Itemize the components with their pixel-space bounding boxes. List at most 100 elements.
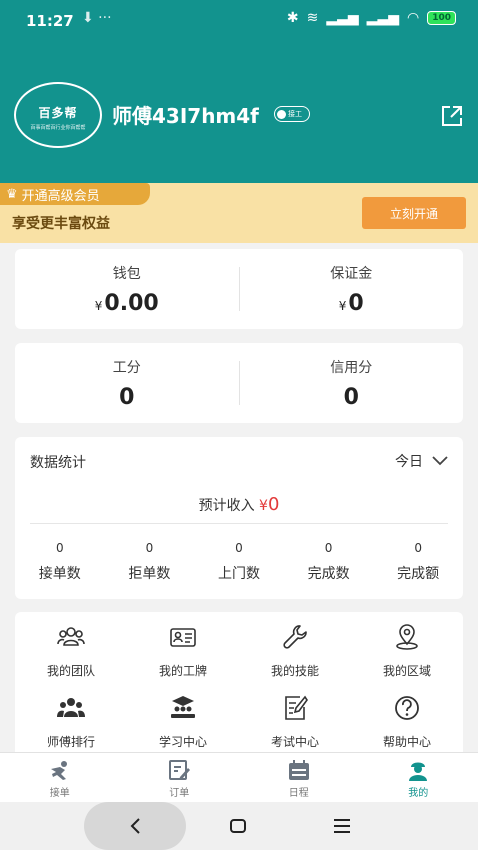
bottom-tab-bar: 接单 订单 日程 我的 — [0, 752, 478, 802]
stat-label: 上门数 — [217, 566, 260, 582]
menu-icon[interactable] — [330, 814, 354, 838]
study-icon — [171, 696, 195, 718]
menu-item-label: 我的工牌 — [158, 664, 207, 678]
profile-icon — [409, 762, 428, 781]
menu-item-team[interactable]: 我的团队 — [15, 622, 127, 679]
share-icon[interactable] — [438, 102, 466, 130]
signal-icon-2: ▂▃▅ — [366, 10, 399, 26]
vip-banner[interactable]: ♛ 开通高级会员 享受更丰富权益 立刻开通 — [0, 183, 478, 243]
signal-icon: ▂▃▅ — [326, 10, 359, 26]
deposit-cell[interactable]: 保证金 ¥0 — [240, 249, 464, 329]
battery-icon: 100 — [427, 11, 456, 25]
vip-tag-label: 开通高级会员 — [21, 188, 100, 204]
menu-item-label: 学习中心 — [158, 735, 207, 749]
tab-take-order[interactable]: 接单 — [0, 753, 120, 802]
chevron-down-icon — [432, 456, 448, 466]
open-vip-button[interactable]: 立刻开通 — [362, 197, 466, 229]
wallet-value: 0.00 — [104, 291, 159, 316]
take-order-icon — [50, 761, 67, 780]
system-nav-bar — [0, 802, 478, 850]
menu-item-exam[interactable]: 考试中心 — [239, 693, 351, 750]
wallet-cell[interactable]: 钱包 ¥0.00 — [15, 249, 239, 329]
tab-mine[interactable]: 我的 — [359, 753, 478, 802]
tab-label: 订单 — [169, 788, 190, 799]
location-icon — [396, 624, 418, 650]
stat-label: 完成数 — [307, 566, 350, 582]
stat-item[interactable]: 0 拒单数 — [105, 541, 195, 583]
tab-label: 日程 — [288, 788, 309, 799]
tab-schedule[interactable]: 日程 — [239, 753, 359, 802]
stat-value: 0 — [235, 541, 243, 555]
username: 师傅43I7hm4f — [112, 104, 259, 128]
home-icon[interactable] — [226, 814, 250, 838]
income-value: 0 — [267, 494, 280, 515]
status-extra: ⬇ ··· — [82, 10, 112, 26]
income-label: 预计收入 — [198, 498, 255, 514]
stats-period-label: 今日 — [395, 454, 423, 470]
function-menu-card: 我的团队 我的工牌 我的技能 我的区域 师傅排行 学习中心 考试中心 帮助中心 — [15, 612, 463, 762]
menu-item-label: 帮助中心 — [382, 735, 431, 749]
stat-item[interactable]: 0 接单数 — [15, 541, 105, 583]
crown-icon: ♛ — [6, 186, 18, 202]
credit-cell[interactable]: 信用分 0 — [240, 343, 464, 423]
credit-label: 信用分 — [330, 360, 373, 376]
help-icon — [395, 696, 419, 720]
tab-orders[interactable]: 订单 — [120, 753, 240, 802]
points-card: 工分 0 信用分 0 — [15, 343, 463, 423]
exam-icon — [285, 695, 308, 720]
vibrate-icon: ≋ — [306, 10, 319, 26]
stats-period-dropdown[interactable]: 今日 — [395, 451, 449, 471]
stat-item[interactable]: 0 完成额 — [373, 541, 463, 583]
badge-card-icon — [170, 628, 196, 647]
menu-item-study[interactable]: 学习中心 — [127, 693, 239, 750]
stat-label: 拒单数 — [128, 566, 171, 582]
stats-grid: 0 接单数 0 拒单数 0 上门数 0 完成数 0 完成额 — [15, 541, 463, 583]
menu-item-label: 考试中心 — [270, 735, 319, 749]
menu-item-label: 我的技能 — [270, 664, 319, 678]
stat-label: 接单数 — [38, 566, 81, 582]
menu-item-badge-card[interactable]: 我的工牌 — [127, 622, 239, 679]
wallet-currency: ¥ — [94, 299, 103, 313]
stat-label: 完成额 — [397, 566, 440, 582]
vip-subtitle: 享受更丰富权益 — [12, 216, 110, 232]
stat-item[interactable]: 0 完成数 — [284, 541, 374, 583]
deposit-label: 保证金 — [330, 266, 373, 282]
tab-label: 我的 — [408, 788, 429, 799]
menu-item-label: 师傅排行 — [46, 735, 95, 749]
expected-income: 预计收入 ¥0 — [15, 494, 463, 515]
stats-title: 数据统计 — [30, 455, 86, 471]
menu-item-skills[interactable]: 我的技能 — [239, 622, 351, 679]
deposit-value: 0 — [348, 291, 364, 316]
status-icons: ✱ ≋ ▂▃▅ ▂▃▅ ◠ 100 — [287, 10, 456, 26]
toggle-knob — [277, 109, 286, 119]
status-bar: 11:27 ⬇ ··· ✱ ≋ ▂▃▅ ▂▃▅ ◠ 100 — [0, 0, 478, 44]
stat-value: 0 — [145, 541, 154, 555]
stat-value: 0 — [55, 541, 64, 555]
menu-item-label: 我的区域 — [382, 664, 431, 678]
team-icon — [57, 627, 85, 646]
calendar-icon — [288, 760, 309, 780]
profile-header: 11:27 ⬇ ··· ✱ ≋ ▂▃▅ ▂▃▅ ◠ 100 百多帮 百事百帮百行… — [0, 0, 478, 190]
menu-item-area[interactable]: 我的区域 — [351, 622, 463, 679]
menu-item-ranking[interactable]: 师傅排行 — [15, 693, 127, 750]
work-points-value: 0 — [119, 385, 135, 410]
back-icon[interactable] — [124, 814, 148, 838]
status-time: 11:27 — [26, 12, 74, 30]
wrench-icon — [283, 625, 307, 649]
work-points-cell[interactable]: 工分 0 — [15, 343, 239, 423]
work-status-toggle[interactable]: 接工 — [274, 106, 310, 122]
stat-item[interactable]: 0 上门数 — [194, 541, 284, 583]
work-points-label: 工分 — [112, 360, 141, 376]
income-currency: ¥ — [259, 498, 268, 514]
avatar-logo: 百多帮 — [38, 106, 78, 120]
tab-label: 接单 — [49, 788, 70, 799]
wallet-card: 钱包 ¥0.00 保证金 ¥0 — [15, 249, 463, 329]
work-status-label: 接工 — [288, 110, 302, 118]
bluetooth-icon: ✱ — [286, 10, 299, 26]
avatar-tagline: 百事百帮百行业你百帮帮 — [30, 125, 86, 131]
menu-item-help[interactable]: 帮助中心 — [351, 693, 463, 750]
avatar[interactable]: 百多帮 百事百帮百行业你百帮帮 — [14, 82, 102, 148]
menu-item-label: 我的团队 — [46, 664, 95, 678]
function-menu-grid: 我的团队 我的工牌 我的技能 我的区域 师傅排行 学习中心 考试中心 帮助中心 — [15, 622, 463, 750]
stats-card: 数据统计 今日 预计收入 ¥0 0 接单数 0 拒单数 0 上门数 0 完成数 0 完成额 — [15, 437, 463, 599]
